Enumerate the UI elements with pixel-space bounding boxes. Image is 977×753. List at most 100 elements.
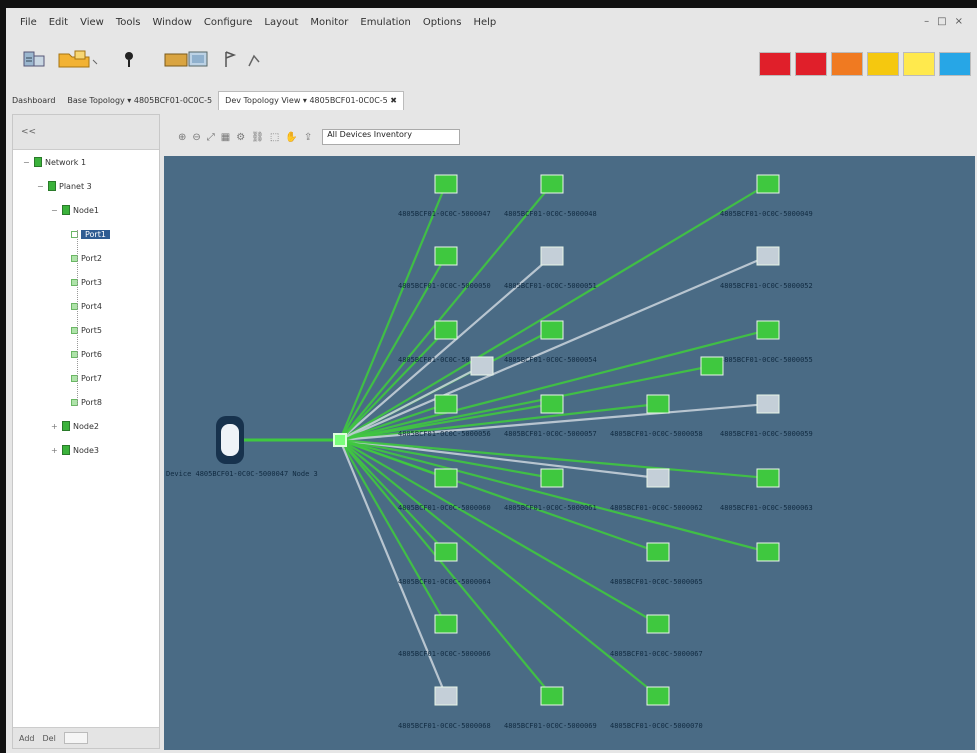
- topology-node[interactable]: 4805BCF01-0C0C-5000055: [720, 320, 813, 364]
- camera-icon[interactable]: [160, 46, 214, 72]
- tree-item-port6[interactable]: Port6: [71, 346, 102, 362]
- tree-item-port7[interactable]: Port7: [71, 370, 102, 386]
- topology-node[interactable]: 4805BCF01-0C0C-5000062: [610, 468, 703, 512]
- tree-item-port3[interactable]: Port3: [71, 274, 102, 290]
- select-icon[interactable]: ⬚: [270, 132, 279, 143]
- menu-window[interactable]: Window: [152, 17, 191, 28]
- node-up-icon[interactable]: [646, 394, 670, 414]
- node-down-icon[interactable]: [756, 246, 780, 266]
- open-folder-icon[interactable]: [54, 46, 102, 72]
- tree-item-node2[interactable]: + Node2: [51, 418, 99, 434]
- zoom-in-icon[interactable]: ⊕: [178, 132, 186, 143]
- status-swatch[interactable]: [795, 52, 827, 76]
- layout-icon[interactable]: ⚙: [236, 132, 245, 143]
- collapse-toggle-icon[interactable]: −: [23, 158, 31, 167]
- new-project-icon[interactable]: [20, 46, 50, 72]
- topology-node[interactable]: [756, 542, 780, 562]
- topology-node[interactable]: 4805BCF01-0C0C-5000048: [504, 174, 597, 218]
- topology-node[interactable]: 4805BCF01-0C0C-5000070: [610, 686, 703, 730]
- maximize-button[interactable]: □: [937, 16, 946, 27]
- topology-node[interactable]: 4805BCF01-0C0C-5000047: [398, 174, 491, 218]
- topology-node[interactable]: 4805BCF01-0C0C-5000066: [398, 614, 491, 658]
- topology-node[interactable]: 4805BCF01-0C0C-5000052: [720, 246, 813, 290]
- flag-icon[interactable]: [220, 46, 240, 72]
- tree-item-node3[interactable]: + Node3: [51, 442, 99, 458]
- tab-dashboard[interactable]: Dashboard: [6, 91, 61, 109]
- node-up-icon[interactable]: [540, 468, 564, 488]
- node-up-icon[interactable]: [434, 542, 458, 562]
- tree-item-port8[interactable]: Port8: [71, 394, 102, 410]
- status-swatch[interactable]: [831, 52, 863, 76]
- topology-node[interactable]: 4805BCF01-0C0C-5000069: [504, 686, 597, 730]
- topology-node[interactable]: 4805BCF01-0C0C-5000065: [610, 542, 703, 586]
- menu-options[interactable]: Options: [423, 17, 462, 28]
- link-n27[interactable]: [339, 438, 769, 554]
- node-up-icon[interactable]: [756, 174, 780, 194]
- topology-graph[interactable]: 4805BCF01-0C0C-5000047 4805BCF01-0C0C-500…: [164, 156, 975, 750]
- route-icon[interactable]: [244, 46, 264, 72]
- fit-icon[interactable]: ⤢: [207, 132, 215, 143]
- node-up-icon[interactable]: [700, 356, 724, 376]
- collapse-toggle-icon[interactable]: −: [51, 206, 59, 215]
- pan-icon[interactable]: ✋: [285, 132, 297, 143]
- topology-node[interactable]: 4805BCF01-0C0C-5000068: [398, 686, 491, 730]
- node-down-icon[interactable]: [434, 686, 458, 706]
- node-up-icon[interactable]: [540, 174, 564, 194]
- node-up-icon[interactable]: [434, 394, 458, 414]
- menu-edit[interactable]: Edit: [49, 17, 68, 28]
- node-up-icon[interactable]: [646, 686, 670, 706]
- grid-icon[interactable]: ▦: [221, 132, 230, 143]
- node-up-icon[interactable]: [434, 320, 458, 340]
- marker-icon[interactable]: [118, 46, 140, 72]
- close-window-button[interactable]: ×: [955, 16, 963, 27]
- delete-button[interactable]: Del: [43, 734, 56, 743]
- topology-node[interactable]: [700, 356, 724, 376]
- status-swatch[interactable]: [867, 52, 899, 76]
- tree-item-node1[interactable]: − Node1: [51, 202, 99, 218]
- tree-item-port5[interactable]: Port5: [71, 322, 102, 338]
- topology-node[interactable]: 4805BCF01-0C0C-5000059: [720, 394, 813, 438]
- tab-dev-topology-view[interactable]: Dev Topology View ▾ 4805BCF01-0C0C-5 ✖: [218, 90, 405, 110]
- tree-item-planet-3[interactable]: − Planet 3: [37, 178, 92, 194]
- topology-node[interactable]: 4805BCF01-0C0C-5000051: [504, 246, 597, 290]
- node-down-icon[interactable]: [646, 468, 670, 488]
- node-up-icon[interactable]: [756, 542, 780, 562]
- status-swatch[interactable]: [939, 52, 971, 76]
- tree-search-field[interactable]: [63, 732, 88, 744]
- minimize-button[interactable]: –: [924, 16, 929, 27]
- expand-toggle-icon[interactable]: +: [51, 422, 59, 431]
- menu-layout[interactable]: Layout: [264, 17, 298, 28]
- node-up-icon[interactable]: [540, 686, 564, 706]
- link-icon[interactable]: ⛓: [251, 132, 264, 143]
- node-up-icon[interactable]: [434, 246, 458, 266]
- menu-tools[interactable]: Tools: [116, 17, 141, 28]
- device-filter-select[interactable]: All Devices Inventory: [322, 129, 461, 145]
- node-down-icon[interactable]: [540, 246, 564, 266]
- node-up-icon[interactable]: [434, 468, 458, 488]
- hub-node-icon[interactable]: [333, 433, 347, 447]
- topology-node[interactable]: 4805BCF01-0C0C-5000067: [610, 614, 703, 658]
- add-button[interactable]: Add: [19, 734, 35, 743]
- link-n16[interactable]: [339, 438, 659, 480]
- node-up-icon[interactable]: [434, 174, 458, 194]
- node-up-icon[interactable]: [540, 394, 564, 414]
- status-swatch[interactable]: [903, 52, 935, 76]
- tree-item-port4[interactable]: Port4: [71, 298, 102, 314]
- device-node[interactable]: Device 4805BCF01-0C0C-5000047 Node 3: [166, 416, 318, 478]
- topology-node[interactable]: [470, 356, 494, 376]
- collapse-panel-button[interactable]: <<: [13, 115, 159, 150]
- zoom-out-icon[interactable]: ⊖: [192, 132, 200, 143]
- tree-item-network-1[interactable]: − Network 1: [23, 154, 86, 170]
- export-icon[interactable]: ⇪: [304, 132, 312, 143]
- status-swatch[interactable]: [759, 52, 791, 76]
- expand-toggle-icon[interactable]: +: [51, 446, 59, 455]
- menu-configure[interactable]: Configure: [204, 17, 252, 28]
- topology-canvas[interactable]: 4805BCF01-0C0C-5000047 4805BCF01-0C0C-500…: [164, 156, 975, 750]
- node-down-icon[interactable]: [756, 394, 780, 414]
- node-up-icon[interactable]: [646, 614, 670, 634]
- node-down-icon[interactable]: [470, 356, 494, 376]
- tree-item-port2[interactable]: Port2: [71, 250, 102, 266]
- menu-view[interactable]: View: [80, 17, 104, 28]
- topology-node[interactable]: 4805BCF01-0C0C-5000061: [504, 468, 597, 512]
- node-up-icon[interactable]: [756, 468, 780, 488]
